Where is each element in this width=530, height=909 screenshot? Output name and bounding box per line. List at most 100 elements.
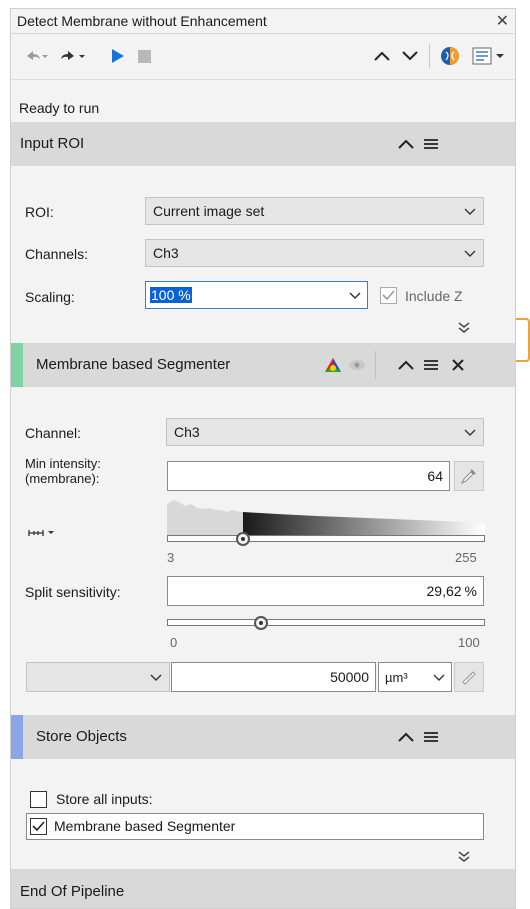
store-item-checkbox[interactable] bbox=[30, 818, 47, 835]
roi-label: ROI: bbox=[25, 204, 54, 220]
double-chevron-down-icon bbox=[458, 322, 470, 333]
undo-button[interactable] bbox=[19, 46, 49, 66]
menu-icon bbox=[424, 732, 438, 742]
segmenter-body: Channel: Ch3 Min intensity: (membrane): … bbox=[11, 387, 515, 712]
intensity-min-tick: 3 bbox=[167, 550, 175, 565]
color-button[interactable] bbox=[323, 356, 343, 374]
chevron-down-icon bbox=[349, 292, 361, 299]
redo-icon bbox=[61, 51, 85, 60]
move-up-button[interactable] bbox=[371, 46, 393, 66]
store-objects-header[interactable]: Store Objects bbox=[11, 715, 515, 759]
toolbar-divider bbox=[429, 44, 430, 68]
end-of-pipeline-title: End Of Pipeline bbox=[20, 883, 125, 900]
toolbar bbox=[11, 34, 515, 78]
move-down-button[interactable] bbox=[399, 46, 421, 66]
brain-button[interactable] bbox=[439, 46, 461, 66]
menu-icon bbox=[424, 139, 438, 149]
min-intensity-input[interactable]: 64 bbox=[167, 461, 450, 491]
collapse-input-roi-button[interactable] bbox=[396, 135, 416, 153]
chevron-down-icon bbox=[402, 51, 418, 61]
store-item-row[interactable]: Membrane based Segmenter bbox=[26, 813, 484, 840]
split-sensitivity-value: 29,62 bbox=[426, 583, 462, 599]
channel-label: Channel: bbox=[25, 425, 82, 441]
remove-segmenter-button[interactable] bbox=[448, 356, 468, 374]
split-sensitivity-input[interactable]: 29,62 % bbox=[167, 576, 484, 606]
input-roi-header[interactable]: Input ROI bbox=[11, 122, 515, 166]
chevron-down-icon bbox=[464, 429, 476, 436]
channels-dropdown[interactable]: Ch3 bbox=[145, 239, 484, 267]
channels-value: Ch3 bbox=[153, 245, 179, 261]
pipeline-panel: Detect Membrane without Enhancement ✕ Re… bbox=[10, 8, 516, 909]
visibility-button[interactable] bbox=[347, 356, 367, 374]
measure-button[interactable] bbox=[454, 662, 484, 692]
segmenter-title: Membrane based Segmenter bbox=[36, 356, 231, 373]
input-roi-menu-button[interactable] bbox=[421, 135, 441, 153]
intensity-histogram bbox=[167, 500, 485, 538]
status-text: Ready to run bbox=[19, 100, 100, 116]
eyedropper-button[interactable] bbox=[454, 461, 484, 491]
split-slider-thumb[interactable] bbox=[254, 616, 269, 630]
size-unit-dropdown[interactable]: µm³ bbox=[378, 662, 452, 692]
undo-icon bbox=[27, 51, 48, 60]
split-sensitivity-label: Split sensitivity: bbox=[25, 584, 121, 600]
pipeline-connector bbox=[516, 318, 530, 362]
segmenter-header[interactable]: Membrane based Segmenter bbox=[11, 343, 515, 387]
size-value: 50000 bbox=[330, 669, 369, 685]
eye-icon bbox=[349, 360, 365, 370]
chevron-down-icon bbox=[150, 674, 162, 681]
split-sensitivity-unit: % bbox=[464, 583, 477, 599]
min-intensity-label-line1: Min intensity: bbox=[25, 456, 101, 471]
roi-dropdown[interactable]: Current image set bbox=[145, 197, 484, 225]
end-of-pipeline-header: End Of Pipeline bbox=[11, 869, 515, 908]
intensity-slider-thumb[interactable] bbox=[236, 532, 251, 546]
size-filter-dropdown[interactable] bbox=[26, 662, 170, 692]
store-item-label: Membrane based Segmenter bbox=[54, 818, 236, 834]
check-icon bbox=[32, 821, 45, 832]
expand-store-button[interactable] bbox=[457, 850, 471, 864]
collapse-store-button[interactable] bbox=[396, 728, 416, 746]
store-menu-button[interactable] bbox=[421, 728, 441, 746]
redo-button[interactable] bbox=[57, 46, 87, 66]
brain-icon bbox=[441, 47, 459, 65]
double-chevron-down-icon bbox=[458, 851, 470, 862]
channel-dropdown[interactable]: Ch3 bbox=[166, 418, 484, 446]
size-value-input[interactable]: 50000 bbox=[171, 662, 376, 692]
min-intensity-label-line2: (membrane): bbox=[25, 471, 100, 486]
min-intensity-value: 64 bbox=[427, 468, 443, 484]
input-roi-body: ROI: Current image set Channels: Ch3 Sca… bbox=[11, 166, 515, 341]
close-icon bbox=[452, 359, 464, 371]
input-roi-title: Input ROI bbox=[20, 135, 85, 152]
expand-input-roi-button[interactable] bbox=[457, 321, 471, 335]
range-mode-button[interactable] bbox=[27, 527, 61, 539]
chevron-down-icon bbox=[433, 674, 445, 681]
eyedropper-icon bbox=[460, 469, 476, 485]
stop-icon bbox=[137, 49, 151, 63]
scaling-combo[interactable]: 100 % bbox=[145, 281, 368, 309]
play-icon bbox=[112, 49, 124, 63]
segmenter-menu-button[interactable] bbox=[421, 356, 441, 374]
ruler-icon bbox=[462, 671, 476, 685]
close-icon[interactable]: ✕ bbox=[496, 11, 509, 31]
check-icon bbox=[382, 290, 395, 301]
run-button[interactable] bbox=[109, 46, 127, 66]
intensity-slider-track[interactable] bbox=[167, 535, 485, 542]
split-slider-track[interactable] bbox=[167, 619, 485, 626]
min-intensity-label: Min intensity: (membrane): bbox=[25, 456, 101, 486]
store-objects-title: Store Objects bbox=[36, 728, 127, 745]
color-wheel-icon bbox=[325, 358, 341, 372]
header-divider bbox=[375, 351, 376, 379]
collapse-segmenter-button[interactable] bbox=[396, 356, 416, 374]
store-accent bbox=[11, 715, 23, 759]
title-bar: Detect Membrane without Enhancement ✕ bbox=[11, 9, 515, 34]
split-min-tick: 0 bbox=[170, 635, 178, 650]
stop-button[interactable] bbox=[135, 46, 153, 66]
include-z-label: Include Z bbox=[405, 288, 463, 304]
chevron-down-icon bbox=[464, 250, 476, 257]
store-all-checkbox[interactable] bbox=[30, 791, 47, 808]
range-icon bbox=[28, 530, 54, 536]
store-objects-body: Store all inputs: Membrane based Segment… bbox=[11, 759, 515, 868]
options-menu-button[interactable] bbox=[471, 46, 507, 66]
chevron-up-icon bbox=[374, 51, 390, 61]
size-unit: µm³ bbox=[385, 669, 408, 685]
include-z-checkbox[interactable] bbox=[380, 287, 397, 304]
